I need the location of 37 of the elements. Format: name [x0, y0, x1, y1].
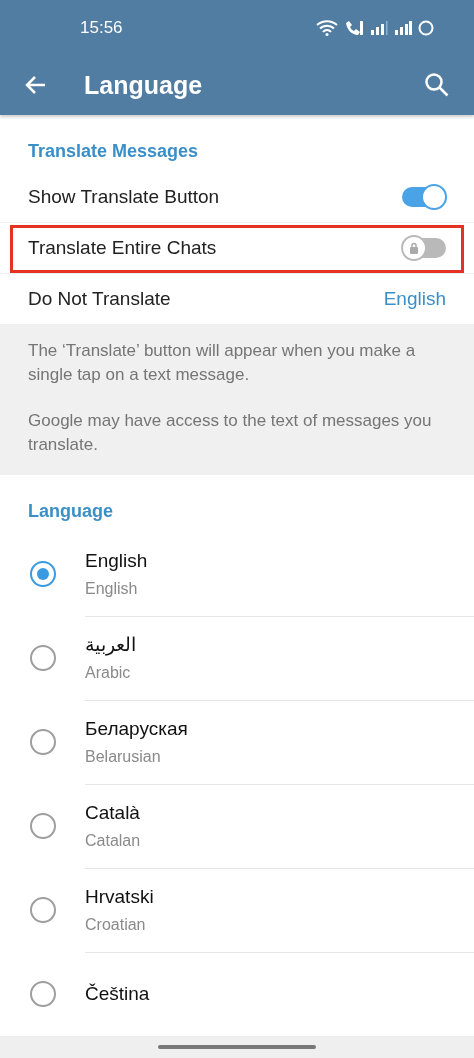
setting-value[interactable]: English [383, 288, 446, 310]
language-subtitle: Belarusian [85, 747, 162, 766]
setting-label: Show Translate Button [28, 186, 220, 208]
wifi-icon [316, 19, 338, 36]
toggle-switch[interactable] [402, 187, 446, 207]
setting-label: Do Not Translate [28, 288, 171, 310]
status-time: 15:56 [80, 17, 123, 38]
info-text: The ‘Translate’ button will appear when you make a single tap on a text message. [28, 340, 417, 386]
radio-button[interactable] [29, 729, 56, 755]
section-title: Translate Messages [27, 140, 200, 163]
radio-button[interactable] [29, 897, 56, 923]
language-name: Hrvatski [85, 885, 155, 908]
language-subtitle: Catalan [85, 831, 142, 850]
setting-label: Translate Entire Chats [28, 237, 217, 259]
screen-title: Language [84, 70, 204, 100]
language-name: Čeština [85, 982, 151, 1005]
language-name: Català [85, 801, 141, 824]
radio-button[interactable] [29, 813, 56, 839]
language-subtitle: English [85, 579, 139, 598]
info-text: Google may have access to the text of messages you translate. [28, 410, 433, 456]
language-name: العربية [85, 633, 137, 656]
signal-icon [394, 20, 412, 35]
call-icon [344, 19, 364, 36]
radio-button[interactable] [29, 981, 56, 1007]
lock-icon [409, 242, 419, 254]
toggle-switch[interactable] [402, 238, 446, 258]
language-subtitle: Croatian [85, 915, 147, 934]
language-subtitle: Arabic [85, 664, 132, 682]
section-title: Language [27, 500, 114, 523]
home-handle[interactable] [158, 1045, 316, 1049]
search-button[interactable] [424, 72, 450, 98]
language-name: English [85, 549, 149, 572]
language-name: Беларуская [85, 717, 189, 740]
radio-button[interactable] [29, 561, 56, 587]
radio-button[interactable] [29, 645, 56, 671]
battery-ring-icon [418, 19, 434, 36]
signal-icon [370, 20, 388, 35]
